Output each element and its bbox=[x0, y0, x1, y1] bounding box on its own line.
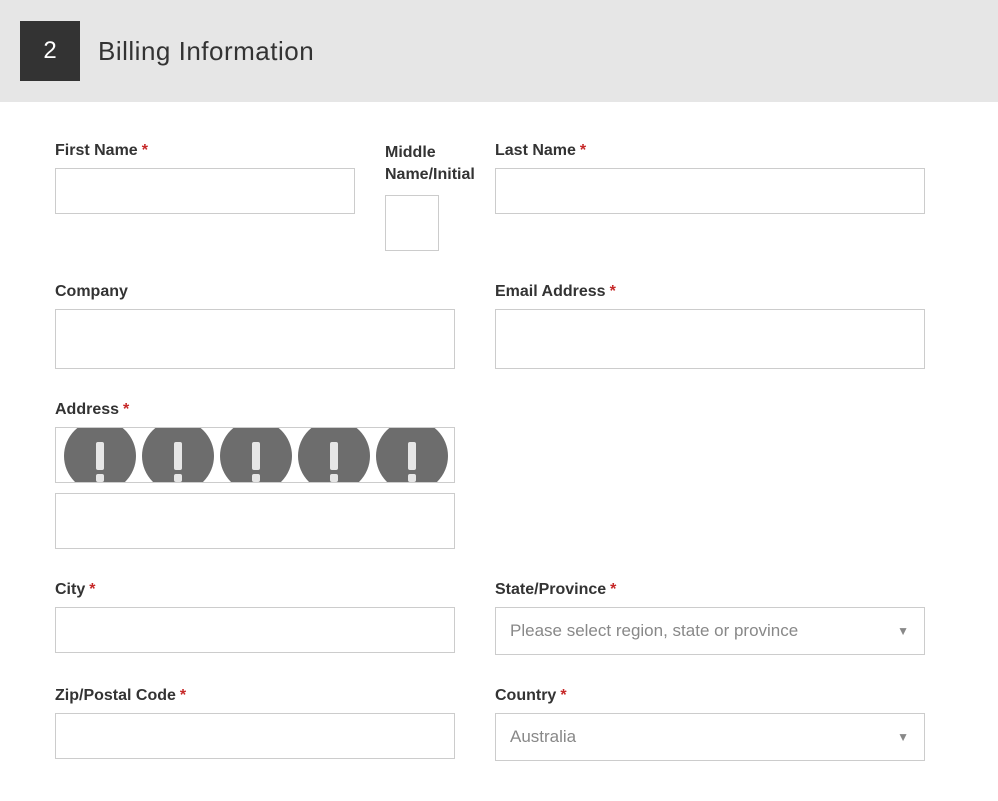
last-name-label: Last Name bbox=[495, 142, 576, 160]
middle-name-input[interactable] bbox=[385, 195, 439, 251]
field-zip: Zip/Postal Code * bbox=[55, 687, 455, 761]
address-line1-wrapper bbox=[55, 427, 455, 483]
field-email: Email Address * bbox=[495, 283, 925, 369]
form-row-city-state: City * State/Province * Please select re… bbox=[55, 581, 943, 655]
form-row-company-email: Company Email Address * bbox=[55, 283, 943, 369]
country-select[interactable]: Australia bbox=[495, 713, 925, 761]
email-input[interactable] bbox=[495, 309, 925, 369]
field-country: Country * Australia ▼ bbox=[495, 687, 925, 761]
zip-input[interactable] bbox=[55, 713, 455, 759]
required-marker: * bbox=[180, 687, 186, 705]
state-label: State/Province bbox=[495, 581, 606, 599]
address-label: Address bbox=[55, 401, 119, 419]
field-last-name: Last Name * bbox=[495, 142, 925, 251]
required-marker: * bbox=[123, 401, 129, 419]
section-title: Billing Information bbox=[98, 36, 314, 67]
field-city: City * bbox=[55, 581, 455, 655]
address-line2-input[interactable] bbox=[55, 493, 455, 549]
required-marker: * bbox=[610, 283, 616, 301]
company-label: Company bbox=[55, 283, 455, 301]
middle-name-label: Middle Name/Initial bbox=[385, 142, 495, 187]
last-name-input[interactable] bbox=[495, 168, 925, 214]
required-marker: * bbox=[142, 142, 148, 160]
form-row-name: First Name * Middle Name/Initial Last Na… bbox=[55, 142, 943, 251]
country-label: Country bbox=[495, 687, 556, 705]
field-middle-name: Middle Name/Initial bbox=[385, 142, 495, 251]
required-marker: * bbox=[610, 581, 616, 599]
billing-form: First Name * Middle Name/Initial Last Na… bbox=[0, 102, 998, 801]
state-select[interactable]: Please select region, state or province bbox=[495, 607, 925, 655]
field-address: Address * bbox=[55, 401, 455, 549]
company-input[interactable] bbox=[55, 309, 455, 369]
city-label: City bbox=[55, 581, 85, 599]
form-row-address: Address * bbox=[55, 401, 943, 549]
required-marker: * bbox=[89, 581, 95, 599]
email-label: Email Address bbox=[495, 283, 606, 301]
form-row-zip-country: Zip/Postal Code * Country * Australia ▼ bbox=[55, 687, 943, 761]
field-first-name: First Name * bbox=[55, 142, 355, 251]
city-input[interactable] bbox=[55, 607, 455, 653]
address-line1-input[interactable] bbox=[56, 428, 454, 482]
required-marker: * bbox=[580, 142, 586, 160]
error-icon bbox=[454, 427, 455, 483]
section-header: 2 Billing Information bbox=[0, 0, 998, 102]
required-marker: * bbox=[560, 687, 566, 705]
first-name-label: First Name bbox=[55, 142, 138, 160]
field-state: State/Province * Please select region, s… bbox=[495, 581, 925, 655]
first-name-input[interactable] bbox=[55, 168, 355, 214]
step-number-badge: 2 bbox=[20, 21, 80, 81]
field-company: Company bbox=[55, 283, 455, 369]
zip-label: Zip/Postal Code bbox=[55, 687, 176, 705]
